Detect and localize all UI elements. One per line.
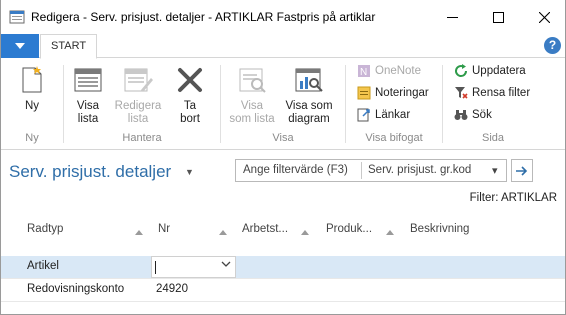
link-icon bbox=[356, 107, 372, 123]
delete-label: Ta bort bbox=[180, 100, 200, 125]
arrow-right-icon bbox=[516, 165, 528, 176]
clear-filter-label: Rensa filter bbox=[472, 87, 531, 99]
notes-label: Noteringar bbox=[375, 87, 429, 99]
clear-filter-button[interactable]: Rensa filter bbox=[453, 83, 530, 103]
ribbon-group-label: Visa bifogat bbox=[365, 132, 423, 144]
notes-icon bbox=[356, 85, 372, 101]
apply-filter-button[interactable] bbox=[511, 159, 533, 182]
column-header-nr[interactable]: Nr bbox=[158, 223, 170, 235]
title-dropdown-icon[interactable]: ▼ bbox=[185, 167, 194, 177]
sort-icon[interactable] bbox=[386, 230, 394, 235]
onenote-icon: N bbox=[356, 63, 372, 79]
close-button[interactable] bbox=[521, 0, 565, 34]
find-button[interactable]: Sök bbox=[453, 105, 492, 125]
filter-input[interactable]: Ange filtervärde (F3) bbox=[236, 160, 361, 181]
notes-button[interactable]: Noteringar bbox=[356, 83, 429, 103]
table-row[interactable]: Artikel bbox=[1, 256, 565, 278]
maximize-button[interactable] bbox=[475, 0, 521, 34]
ribbon: Ny Ny Visa lista Redigera lista Ta bort … bbox=[1, 59, 565, 150]
list-search-icon bbox=[234, 63, 270, 97]
ribbon-group-label: Ny bbox=[25, 132, 39, 144]
cell-radtyp[interactable]: Redovisningskonto bbox=[27, 283, 124, 295]
file-menu-button[interactable] bbox=[1, 34, 39, 58]
column-header-radtyp[interactable]: Radtyp bbox=[27, 223, 63, 235]
column-header-produkt[interactable]: Produk... bbox=[326, 223, 372, 235]
filter-box: Ange filtervärde (F3) Serv. prisjust. gr… bbox=[235, 159, 507, 182]
list-view-icon bbox=[70, 63, 106, 97]
refresh-label: Uppdatera bbox=[472, 65, 526, 77]
chevron-down-icon bbox=[15, 43, 25, 49]
onenote-button[interactable]: N OneNote bbox=[356, 61, 421, 81]
row-divider bbox=[1, 301, 565, 302]
binoculars-icon bbox=[453, 107, 469, 123]
filter-field-select[interactable]: Serv. prisjust. gr.kod bbox=[363, 160, 491, 181]
refresh-icon bbox=[453, 63, 469, 79]
show-list-button[interactable]: Visa lista bbox=[70, 63, 106, 126]
minimize-button[interactable] bbox=[429, 0, 475, 34]
filter-divider bbox=[361, 162, 362, 179]
nr-input[interactable] bbox=[151, 256, 236, 278]
cell-nr[interactable]: 24920 bbox=[156, 283, 188, 295]
cell-radtyp[interactable]: Artikel bbox=[27, 260, 59, 272]
ribbon-group-ny: Ny Ny bbox=[1, 59, 63, 150]
app-icon bbox=[9, 9, 25, 25]
sort-icon[interactable] bbox=[135, 230, 143, 235]
show-list-label: Visa lista bbox=[76, 100, 100, 125]
new-document-icon bbox=[14, 63, 50, 97]
new-button[interactable]: Ny bbox=[14, 63, 50, 113]
delete-button[interactable]: Ta bort bbox=[172, 63, 208, 126]
edit-list-button[interactable]: Redigera lista bbox=[112, 63, 164, 126]
column-header-beskrivning[interactable]: Beskrivning bbox=[410, 223, 469, 235]
window-title: Redigera - Serv. prisjust. detaljer - AR… bbox=[31, 10, 376, 24]
show-as-list-label: Visa som lista bbox=[229, 100, 275, 125]
ribbon-group-label: Hantera bbox=[122, 132, 162, 144]
text-cursor bbox=[155, 261, 156, 274]
edit-list-icon bbox=[120, 63, 156, 97]
show-as-chart-button[interactable]: Visa som diagram bbox=[281, 63, 337, 126]
filter-status: Filter: ARTIKLAR bbox=[469, 192, 557, 204]
ribbon-tab-row: START ? bbox=[1, 34, 565, 59]
ribbon-group-sida: Uppdatera Rensa filter Sök Sida bbox=[443, 59, 543, 150]
page-title[interactable]: Serv. prisjust. detaljer bbox=[9, 162, 171, 182]
new-button-label: Ny bbox=[24, 100, 40, 112]
delete-icon bbox=[172, 63, 208, 97]
ribbon-group-visa: Visa som lista Visa som diagram Visa bbox=[221, 59, 345, 150]
refresh-button[interactable]: Uppdatera bbox=[453, 61, 526, 81]
app-window: Redigera - Serv. prisjust. detaljer - AR… bbox=[0, 0, 566, 315]
column-header-arbetstyp[interactable]: Arbetst... bbox=[242, 223, 288, 235]
links-label: Länkar bbox=[375, 109, 411, 121]
table-row[interactable]: Redovisningskonto 24920 bbox=[1, 279, 565, 301]
show-as-list-button[interactable]: Visa som lista bbox=[225, 63, 279, 126]
edit-list-label: Redigera lista bbox=[114, 100, 162, 125]
title-bar: Redigera - Serv. prisjust. detaljer - AR… bbox=[1, 0, 565, 34]
ribbon-group-hantera: Visa lista Redigera lista Ta bort Hanter… bbox=[64, 59, 220, 150]
chart-icon bbox=[291, 63, 327, 97]
ribbon-group-label: Sida bbox=[481, 132, 505, 144]
tab-start[interactable]: START bbox=[40, 34, 98, 59]
onenote-label: OneNote bbox=[375, 65, 422, 77]
ribbon-group-visa-bifogat: N OneNote Noteringar Länkar Visa bifogat bbox=[346, 59, 442, 150]
svg-text:N: N bbox=[360, 67, 367, 78]
links-button[interactable]: Länkar bbox=[356, 105, 410, 125]
show-as-chart-label: Visa som diagram bbox=[285, 100, 333, 125]
clear-filter-icon bbox=[453, 85, 469, 101]
chevron-down-icon[interactable]: ▾ bbox=[492, 164, 498, 177]
find-label: Sök bbox=[472, 109, 492, 121]
ribbon-group-label: Visa bbox=[272, 132, 294, 144]
help-icon[interactable]: ? bbox=[544, 37, 561, 54]
sort-icon[interactable] bbox=[219, 230, 227, 235]
sort-icon[interactable] bbox=[301, 230, 309, 235]
chevron-down-icon[interactable] bbox=[221, 260, 231, 271]
